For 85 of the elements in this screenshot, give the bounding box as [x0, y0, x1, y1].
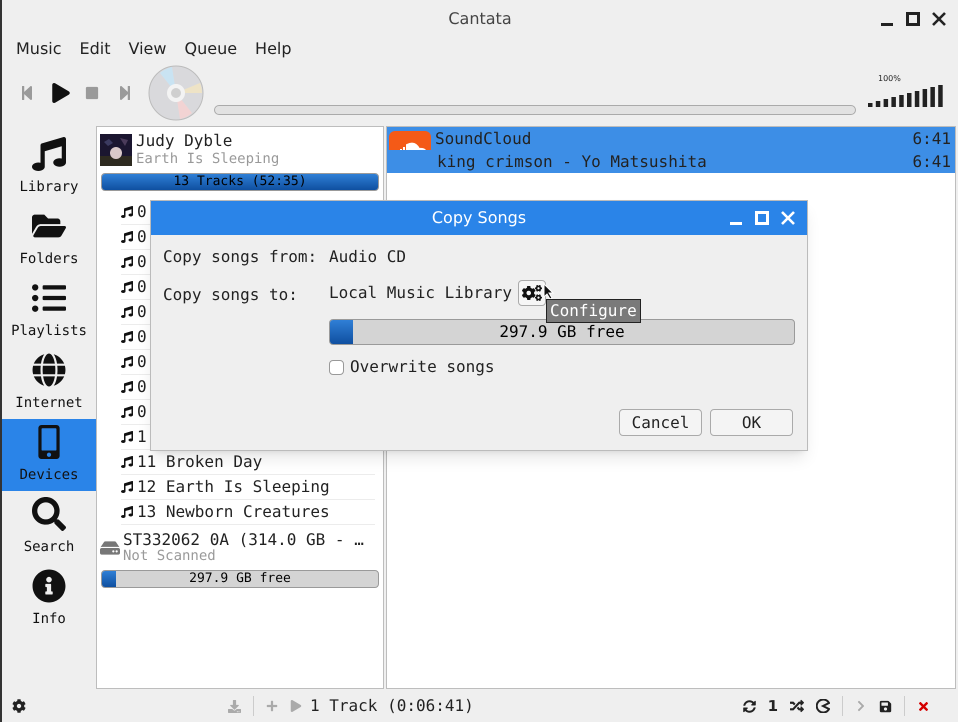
play-icon[interactable] — [50, 83, 72, 103]
sidebar-item[interactable]: Devices — [2, 419, 96, 491]
field-label: Copy songs from: — [163, 246, 318, 268]
single-toggle[interactable]: 1 — [768, 694, 778, 718]
queue-summary: 1 Track (0:06:41) — [310, 695, 474, 717]
maximize-icon[interactable] — [906, 12, 920, 26]
volume-reading: 100% — [878, 73, 901, 85]
note-icon — [121, 206, 133, 218]
dialog-button[interactable]: Cancel — [619, 409, 702, 436]
menu-item[interactable]: Help — [255, 37, 292, 61]
menu-item[interactable]: Music — [16, 37, 62, 61]
destination-value: Local Music Library — [329, 282, 512, 304]
clear-icon[interactable] — [917, 700, 930, 712]
sidebar-icon — [32, 568, 66, 602]
track-title[interactable]: 0 — [137, 400, 147, 424]
add-icon[interactable] — [266, 700, 278, 712]
sidebar-item[interactable]: Folders — [2, 203, 96, 275]
queue-row[interactable]: king crimson - Yo Matsushita 6:41 — [387, 150, 955, 173]
note-icon — [121, 456, 133, 468]
note-icon — [121, 356, 133, 368]
track-title[interactable]: 1 — [137, 425, 147, 449]
queue-time: 6:41 — [912, 150, 951, 172]
note-icon — [121, 331, 133, 343]
note-icon — [121, 406, 133, 418]
track-title[interactable]: 0 — [137, 350, 147, 374]
capacity-text: 297.9 GB free — [498, 321, 626, 343]
menu-item[interactable]: View — [128, 37, 166, 61]
note-icon — [121, 506, 133, 518]
sidebar-icon — [32, 352, 66, 386]
window-title: Cantata — [448, 8, 512, 30]
sidebar-icon — [32, 496, 66, 530]
queue-track-title: king crimson - Yo Matsushita — [437, 150, 708, 172]
dialog-title: Copy Songs — [432, 207, 526, 229]
sidebar-icon — [32, 136, 66, 170]
sidebar-item[interactable]: Library — [2, 131, 96, 203]
track-title[interactable]: 0 — [137, 225, 147, 249]
consume-icon[interactable] — [816, 699, 830, 713]
track-title[interactable]: 0 — [137, 200, 147, 224]
sidebar-item[interactable]: Search — [2, 491, 96, 563]
track-title[interactable]: 0 — [137, 250, 147, 274]
repeat-icon[interactable] — [742, 700, 756, 712]
track-title[interactable]: 12 Earth Is Sleeping — [137, 475, 330, 499]
drive-icon — [100, 539, 120, 557]
sidebar-item[interactable]: Info — [2, 563, 96, 635]
track-title[interactable]: 0 — [137, 275, 147, 299]
save-icon[interactable] — [879, 700, 892, 712]
device-name[interactable]: ST332062 0A (314.0 GB - … — [123, 531, 364, 548]
dialog-button[interactable]: OK — [710, 409, 793, 436]
note-icon — [121, 431, 133, 443]
menu-item[interactable]: Edit — [80, 37, 111, 61]
source-value: Audio CD — [329, 246, 408, 268]
field-label: Copy songs to: — [163, 284, 299, 306]
sidebar-item[interactable]: Internet — [2, 347, 96, 419]
volume-control[interactable]: 100% — [866, 73, 946, 113]
note-icon — [121, 256, 133, 268]
track-title[interactable]: 0 — [137, 375, 147, 399]
note-icon — [121, 481, 133, 493]
track-title[interactable]: 0 — [137, 300, 147, 324]
capacity-text: 297.9 GB free — [188, 571, 292, 587]
note-icon — [121, 381, 133, 393]
queue-row[interactable]: SoundCloud 6:41 — [387, 127, 955, 150]
shuffle-icon[interactable] — [790, 699, 804, 713]
queue-time: 6:41 — [912, 128, 951, 150]
configure-button[interactable] — [518, 280, 546, 306]
album-title: Earth Is Sleeping — [136, 150, 280, 168]
settings-icon[interactable] — [12, 699, 26, 713]
close-icon[interactable] — [932, 12, 946, 26]
queue-group-title: SoundCloud — [435, 128, 532, 150]
album-artist: Judy Dyble — [136, 132, 234, 150]
note-icon — [121, 231, 133, 243]
device-status: Not Scanned — [123, 548, 217, 565]
track-title[interactable]: 11 Broken Day — [137, 450, 262, 474]
mouse-pointer-icon — [543, 283, 555, 300]
download-icon[interactable] — [228, 700, 241, 712]
chevron-icon[interactable] — [855, 700, 867, 712]
note-icon — [121, 281, 133, 293]
sidebar-item[interactable]: Playlists — [2, 275, 96, 347]
checkbox-label: Overwrite songs — [350, 356, 494, 378]
tooltip: Configure — [546, 299, 641, 323]
track-title[interactable]: 0 — [137, 325, 147, 349]
capacity-text: 13 Tracks (52:35) — [172, 174, 308, 190]
menu-item[interactable]: Queue — [184, 37, 238, 61]
track-title[interactable]: 13 Newborn Creatures — [137, 500, 330, 524]
checkbox[interactable] — [329, 360, 344, 374]
note-icon — [121, 306, 133, 318]
